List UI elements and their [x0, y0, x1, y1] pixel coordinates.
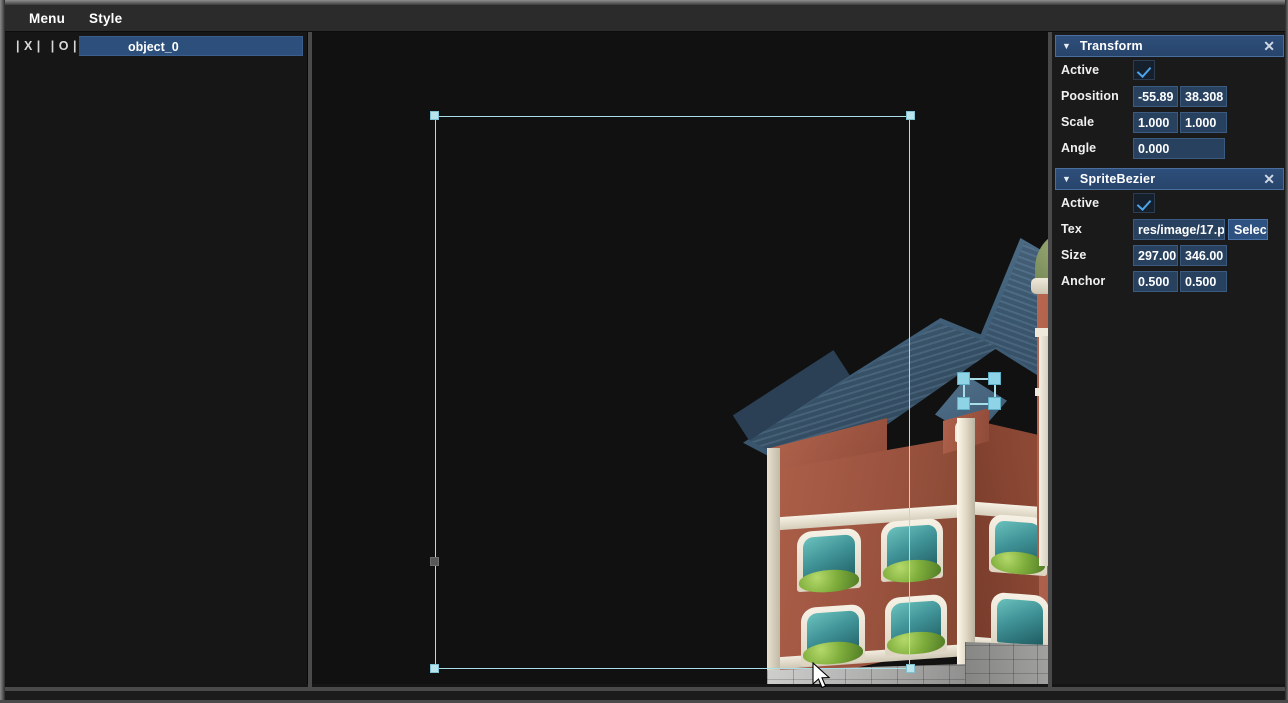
bezier-handle-top-right[interactable] — [988, 372, 1001, 385]
property-row-tex: Tex res/image/17.p Selec — [1052, 216, 1285, 242]
active-checkbox-sprite[interactable] — [1133, 193, 1155, 213]
property-label-tex: Tex — [1061, 222, 1082, 236]
texture-path-input[interactable]: res/image/17.p — [1133, 218, 1225, 240]
tower-column-left — [1039, 336, 1048, 566]
property-label-size: Size — [1061, 248, 1087, 262]
close-icon-2[interactable]: ✕ — [1261, 172, 1277, 186]
property-label-anchor: Anchor — [1061, 274, 1106, 288]
scale-x-input[interactable]: 1.000 — [1133, 111, 1178, 133]
editor-window: Menu Style | X | | O | object_0 ▼ Transf… — [0, 0, 1288, 703]
chevron-down-icon-2[interactable]: ▼ — [1062, 174, 1071, 184]
selection-handle-top-right[interactable] — [906, 111, 915, 120]
property-label-active-sprite: Active — [1061, 196, 1100, 210]
component-header-spritebezier[interactable]: ▼ SpriteBezier ✕ — [1055, 168, 1284, 190]
bezier-handle-bottom-right[interactable] — [988, 397, 1001, 410]
property-label-position: Poosition — [1061, 89, 1119, 103]
size-height-input[interactable]: 346.00 — [1180, 244, 1227, 266]
close-icon[interactable]: ✕ — [1261, 39, 1277, 53]
inspector-panel: ▼ Transform ✕ Active Poosition -55.89 38… — [1052, 32, 1285, 684]
component-header-transform[interactable]: ▼ Transform ✕ — [1055, 35, 1284, 57]
property-row-scale: Scale 1.000 1.000 — [1052, 109, 1285, 135]
lock-toggle-icon[interactable]: | O | — [49, 39, 79, 53]
cupola-band — [1031, 278, 1048, 294]
corner-column-far-left — [767, 448, 780, 684]
active-checkbox-transform[interactable] — [1133, 60, 1155, 80]
viewport-canvas[interactable] — [312, 32, 1048, 684]
component-title-transform: Transform — [1079, 39, 1143, 53]
select-texture-button[interactable]: Selec — [1228, 218, 1268, 240]
size-width-input[interactable]: 297.00 — [1133, 244, 1178, 266]
position-x-input[interactable]: -55.89 — [1133, 85, 1178, 107]
stone-foundation-right — [965, 642, 1048, 684]
status-bar — [5, 691, 1285, 700]
chevron-down-icon[interactable]: ▼ — [1062, 41, 1071, 51]
menu-item-menu[interactable]: Menu — [19, 8, 75, 29]
property-row-active-transform: Active — [1052, 57, 1285, 83]
component-title-spritebezier: SpriteBezier — [1079, 172, 1156, 186]
outliner-node-label[interactable]: object_0 — [78, 36, 303, 56]
property-row-active-sprite: Active — [1052, 190, 1285, 216]
menu-bar: Menu Style — [5, 5, 1285, 32]
anchor-y-input[interactable]: 0.500 — [1180, 270, 1227, 292]
property-row-angle: Angle 0.000 — [1052, 135, 1285, 161]
property-label-angle: Angle — [1061, 141, 1097, 155]
selection-handle-middle-left[interactable] — [430, 557, 439, 566]
property-label-scale: Scale — [1061, 115, 1095, 129]
selection-handle-top-left[interactable] — [430, 111, 439, 120]
window-glass-r2 — [997, 598, 1043, 646]
outliner-row-object-0[interactable]: | X | | O | object_0 — [14, 36, 303, 56]
property-label-active: Active — [1061, 63, 1100, 77]
bezier-handle-top-left[interactable] — [957, 372, 970, 385]
selection-handle-bottom-right[interactable] — [906, 664, 915, 673]
anchor-x-input[interactable]: 0.500 — [1133, 270, 1178, 292]
angle-input[interactable]: 0.000 — [1133, 137, 1225, 159]
bezier-control-widget[interactable] — [957, 372, 1001, 410]
bezier-handle-bottom-left[interactable] — [957, 397, 970, 410]
visibility-toggle-icon[interactable]: | X | — [14, 39, 43, 53]
menu-item-style[interactable]: Style — [79, 8, 132, 29]
property-row-size: Size 297.00 346.00 — [1052, 242, 1285, 268]
property-row-anchor: Anchor 0.500 0.500 — [1052, 268, 1285, 294]
scene-outliner-panel: | X | | O | object_0 — [5, 32, 308, 684]
work-area: | X | | O | object_0 ▼ Transform ✕ Activ… — [5, 32, 1285, 700]
selection-handle-bottom-left[interactable] — [430, 664, 439, 673]
position-y-input[interactable]: 38.308 — [1180, 85, 1227, 107]
property-row-position: Poosition -55.89 38.308 — [1052, 83, 1285, 109]
house-sprite[interactable] — [732, 118, 1048, 684]
scale-y-input[interactable]: 1.000 — [1180, 111, 1227, 133]
